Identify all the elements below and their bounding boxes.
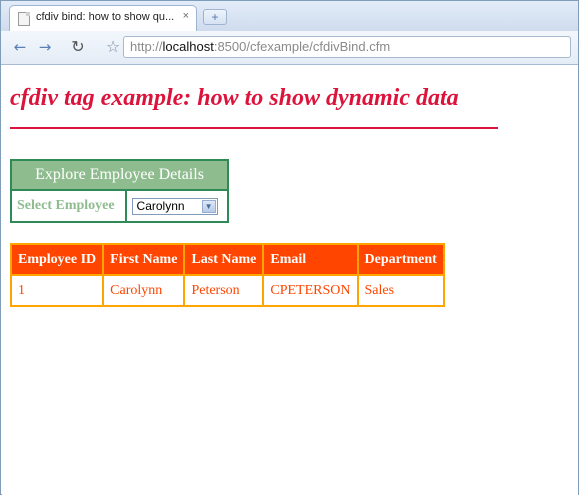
heading-divider [10, 127, 498, 129]
column-header: First Name [102, 243, 186, 276]
url-host: localhost [162, 39, 214, 54]
close-icon[interactable]: × [183, 10, 189, 22]
cell-department: Sales [356, 274, 445, 307]
cell-first-name: Carolynn [102, 274, 186, 307]
tab-strip: cfdiv bind: how to show qu... × + [1, 1, 578, 32]
column-header: Last Name [183, 243, 265, 276]
column-header: Email [262, 243, 359, 276]
page-content: cfdiv tag example: how to show dynamic d… [2, 65, 578, 495]
chevron-down-icon[interactable]: ▼ [201, 200, 216, 213]
tab-title: cfdiv bind: how to show qu... [36, 11, 175, 23]
employee-select-value: Carolynn [136, 199, 185, 213]
table-header-row: Employee ID First Name Last Name Email D… [9, 243, 445, 276]
explore-form: Explore Employee Details Select Employee… [10, 159, 230, 223]
cell-last-name: Peterson [183, 274, 265, 307]
browser-window: cfdiv bind: how to show qu... × + ← → ↻ … [0, 0, 579, 495]
url-path: :8500/cfexample/cfdivBind.cfm [213, 39, 391, 54]
select-cell: Carolynn ▼ [124, 189, 230, 223]
navigation-toolbar: ← → ↻ ☆ http://localhost:8500/cfexample/… [1, 31, 578, 65]
select-employee-label: Select Employee [10, 189, 127, 223]
bookmark-star-icon[interactable]: ☆ [102, 37, 124, 57]
cell-email: CPETERSON [262, 274, 359, 307]
page-heading: cfdiv tag example: how to show dynamic d… [10, 85, 459, 111]
column-header: Employee ID [9, 243, 105, 276]
employee-table: Employee ID First Name Last Name Email D… [9, 243, 445, 307]
forward-arrow-icon[interactable]: → [34, 37, 56, 57]
url-prefix: http:// [130, 39, 163, 54]
employee-select[interactable]: Carolynn ▼ [131, 198, 218, 215]
cell-employee-id: 1 [9, 274, 105, 307]
column-header: Department [356, 243, 445, 276]
address-bar[interactable]: http://localhost:8500/cfexample/cfdivBin… [123, 36, 571, 58]
reload-icon[interactable]: ↻ [67, 37, 89, 57]
table-row: 1 Carolynn Peterson CPETERSON Sales [9, 274, 445, 307]
back-arrow-icon[interactable]: ← [9, 37, 31, 57]
page-icon [18, 12, 30, 26]
explore-header: Explore Employee Details [10, 159, 229, 191]
new-tab-button[interactable]: + [203, 9, 227, 25]
browser-tab[interactable]: cfdiv bind: how to show qu... × [9, 5, 197, 31]
